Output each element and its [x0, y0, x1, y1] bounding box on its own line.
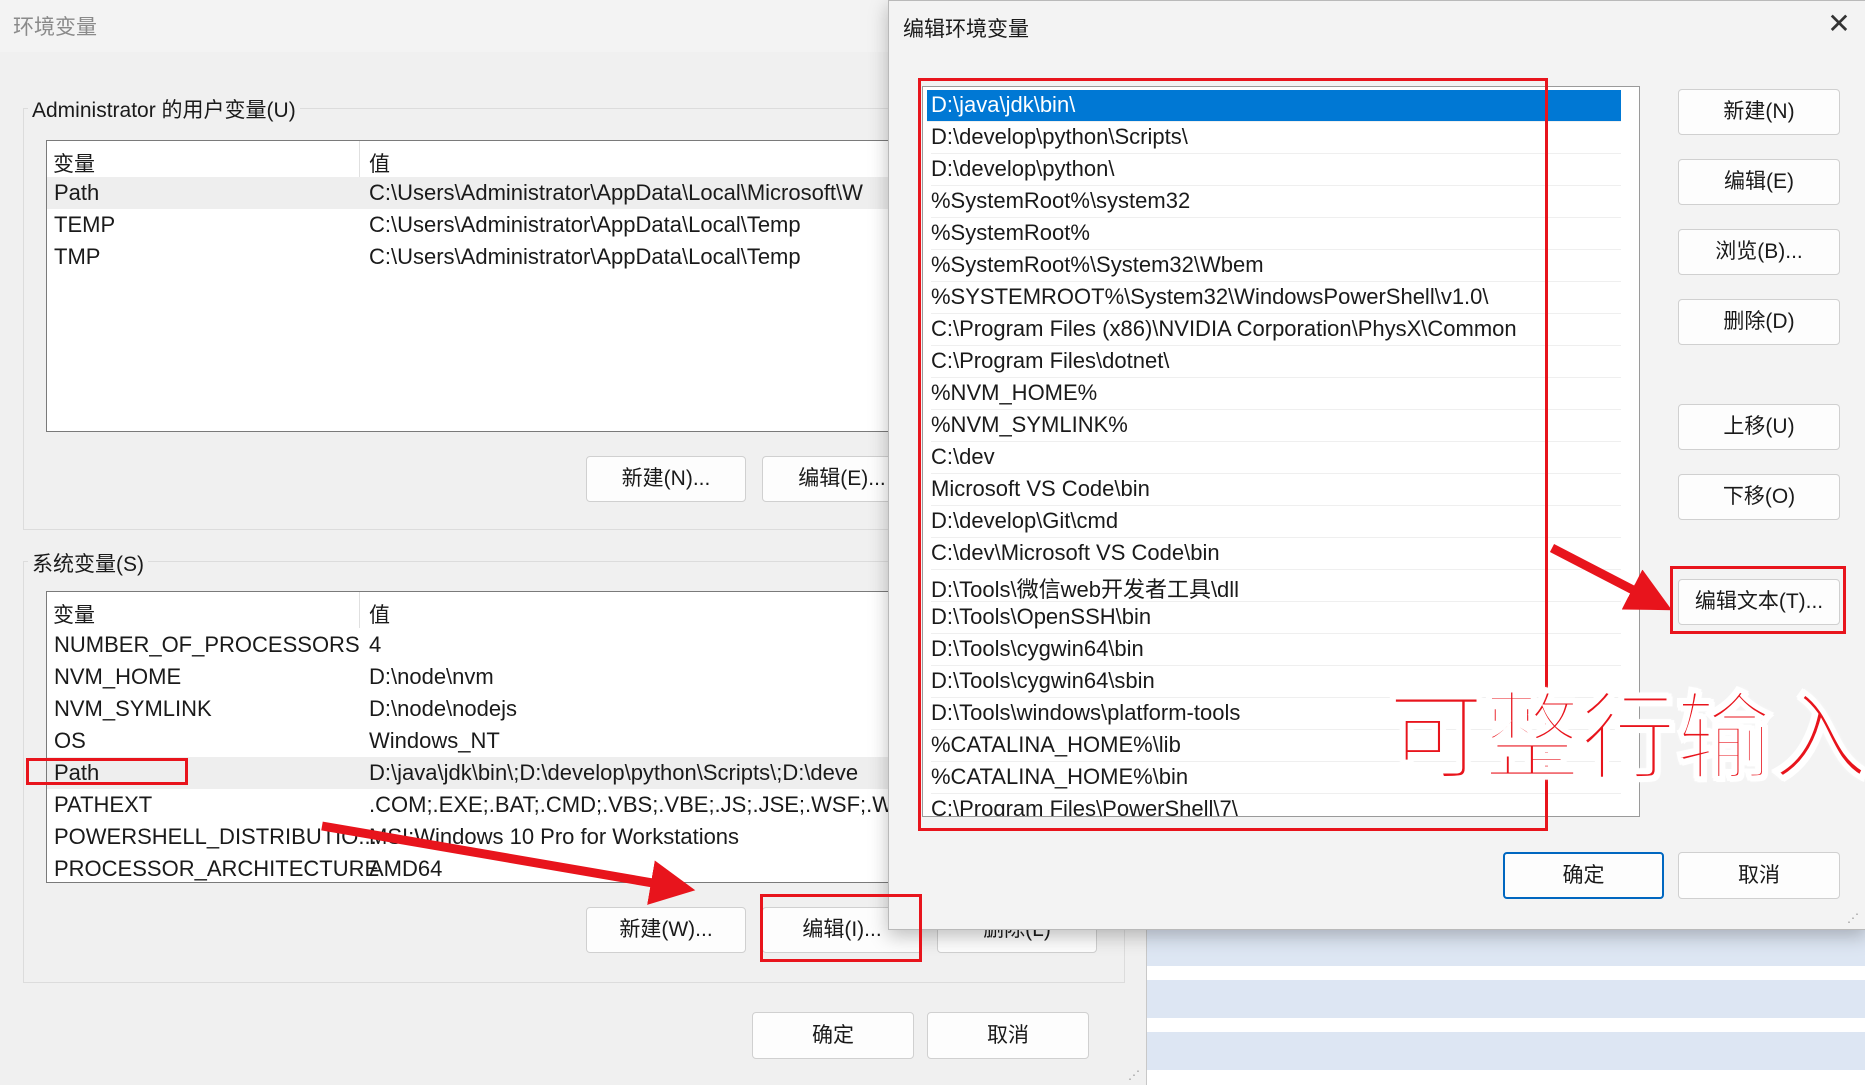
window-title: 环境变量 — [13, 16, 97, 39]
user-new-button[interactable]: 新建(N)... — [586, 456, 746, 502]
highlight-path-row — [26, 758, 188, 785]
variable-name: Path — [54, 180, 100, 205]
variable-value: C:\Users\Administrator\AppData\Local\Mic… — [369, 180, 863, 205]
column-header-value[interactable]: 值 — [369, 599, 390, 629]
resize-grip-icon[interactable]: ⋰ — [1847, 911, 1861, 925]
variable-value: C:\Users\Administrator\AppData\Local\Tem… — [369, 244, 801, 269]
variable-value: D:\node\nvm — [369, 664, 494, 689]
background-row — [1146, 928, 1865, 966]
highlight-edit-button — [760, 894, 922, 962]
variable-name: TMP — [54, 244, 101, 269]
variable-value: MSI:Windows 10 Pro for Workstations — [369, 824, 740, 849]
ok-button[interactable]: 确定 — [752, 1012, 914, 1059]
browse-button[interactable]: 浏览(B)... — [1678, 229, 1840, 275]
variable-name: NVM_HOME — [54, 664, 182, 689]
variable-value: Windows_NT — [369, 728, 500, 753]
annotation-text: 可整行输入 — [1387, 684, 1865, 793]
background-row — [1146, 980, 1865, 1018]
highlight-edit-text-button — [1670, 566, 1846, 634]
system-new-button[interactable]: 新建(W)... — [586, 907, 746, 953]
variable-name: OS — [54, 728, 86, 753]
column-divider[interactable] — [359, 592, 360, 628]
delete-path-button[interactable]: 删除(D) — [1678, 299, 1840, 345]
variable-value: 4 — [369, 632, 382, 657]
column-header-variable[interactable]: 变量 — [53, 599, 95, 629]
move-down-button[interactable]: 下移(O) — [1678, 474, 1840, 520]
variable-name: PROCESSOR_ARCHITECTURE — [54, 856, 380, 881]
variable-value: D:\node\nodejs — [369, 696, 517, 721]
resize-grip-icon[interactable]: ⋰ — [1128, 1068, 1142, 1082]
variable-name: NUMBER_OF_PROCESSORS — [54, 632, 360, 657]
close-icon[interactable]: ✕ — [1824, 9, 1854, 39]
column-header-variable[interactable]: 变量 — [53, 148, 95, 178]
variable-value: C:\Users\Administrator\AppData\Local\Tem… — [369, 212, 801, 237]
window-title: 编辑环境变量 — [903, 18, 1029, 41]
variable-value: .COM;.EXE;.BAT;.CMD;.VBS;.VBE;.JS;.JSE;.… — [369, 792, 955, 817]
cancel-button[interactable]: 取消 — [927, 1012, 1089, 1059]
move-up-button[interactable]: 上移(U) — [1678, 404, 1840, 450]
variable-value: D:\java\jdk\bin\;D:\develop\python\Scrip… — [369, 760, 859, 785]
column-divider[interactable] — [359, 141, 360, 177]
system-variables-label: 系统变量(S) — [28, 548, 148, 578]
column-header-value[interactable]: 值 — [369, 148, 390, 178]
edit-path-button[interactable]: 编辑(E) — [1678, 159, 1840, 205]
background-row — [1146, 1032, 1865, 1070]
user-variables-label: Administrator 的用户变量(U) — [28, 94, 300, 124]
cancel-button[interactable]: 取消 — [1678, 852, 1840, 899]
variable-name: POWERSHELL_DISTRIBUTIO... — [54, 824, 377, 849]
variable-value: AMD64 — [369, 856, 443, 881]
variable-name: PATHEXT — [54, 792, 153, 817]
variable-name: TEMP — [54, 212, 116, 237]
ok-button[interactable]: 确定 — [1503, 852, 1664, 899]
variable-name: NVM_SYMLINK — [54, 696, 212, 721]
new-path-button[interactable]: 新建(N) — [1678, 89, 1840, 135]
